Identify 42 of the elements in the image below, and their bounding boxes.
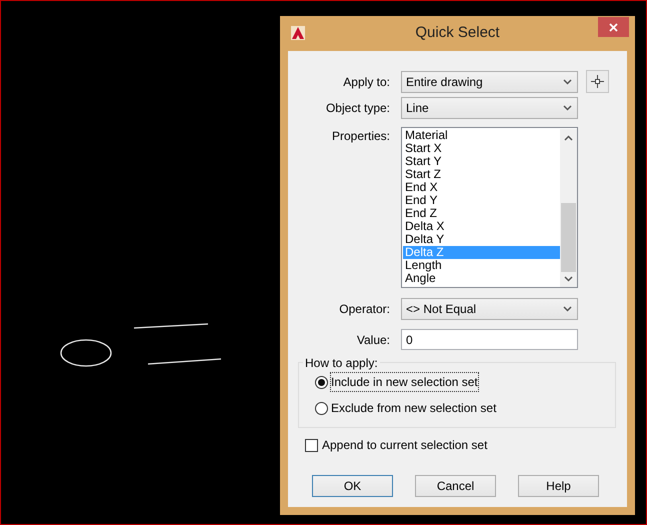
scroll-up-icon — [564, 135, 573, 141]
dialog-button[interactable]: OK — [312, 475, 393, 497]
property-item[interactable]: End Y — [403, 194, 560, 207]
property-item[interactable]: End Z — [403, 207, 560, 220]
property-item[interactable]: Angle — [403, 272, 560, 285]
radio-option[interactable]: Exclude from new selection set — [315, 399, 615, 417]
scroll-down-icon — [564, 276, 573, 282]
chevron-down-icon — [563, 306, 572, 312]
chevron-down-icon — [563, 78, 572, 84]
value-label: Value: — [356, 332, 390, 348]
property-item[interactable]: Length — [403, 259, 560, 272]
app-logo-icon — [291, 26, 305, 40]
radio-option[interactable]: Include in new selection set — [315, 373, 615, 391]
select-objects-button[interactable] — [586, 70, 609, 93]
property-item[interactable]: Delta X — [403, 220, 560, 233]
property-item[interactable]: Material — [403, 129, 560, 142]
property-item[interactable]: Delta Y — [403, 233, 560, 246]
object-type-dropdown[interactable]: Line — [401, 97, 578, 119]
window-title: Quick Select — [415, 23, 500, 44]
chevron-down-icon — [563, 105, 572, 111]
append-label: Append to current selection set — [322, 437, 488, 454]
crosshair-icon — [591, 75, 604, 88]
scrollbar[interactable] — [560, 129, 577, 287]
apply-to-dropdown[interactable]: Entire drawing — [401, 70, 578, 92]
operator-dropdown[interactable]: <> Not Equal — [401, 298, 578, 320]
property-item[interactable]: Start X — [403, 142, 560, 155]
scrollbar-thumb[interactable] — [561, 203, 576, 272]
object-type-label: Object type: — [324, 100, 390, 117]
operator-label: Operator: — [338, 301, 390, 318]
value-field[interactable]: 0 — [401, 329, 578, 350]
property-item[interactable]: End X — [403, 181, 560, 194]
property-item[interactable]: Start Y — [403, 155, 560, 168]
radio-button[interactable] — [315, 376, 328, 388]
close-button[interactable] — [598, 17, 629, 37]
radio-button[interactable] — [315, 402, 328, 414]
apply-to-label: Apply to: — [342, 74, 390, 90]
property-item[interactable]: Start Z — [403, 168, 560, 181]
dialog-button[interactable]: Cancel — [415, 475, 496, 497]
close-icon — [609, 22, 618, 32]
checkbox[interactable] — [305, 438, 318, 452]
properties-label: Properties: — [330, 128, 390, 145]
dialog-button[interactable]: Help — [518, 475, 599, 497]
